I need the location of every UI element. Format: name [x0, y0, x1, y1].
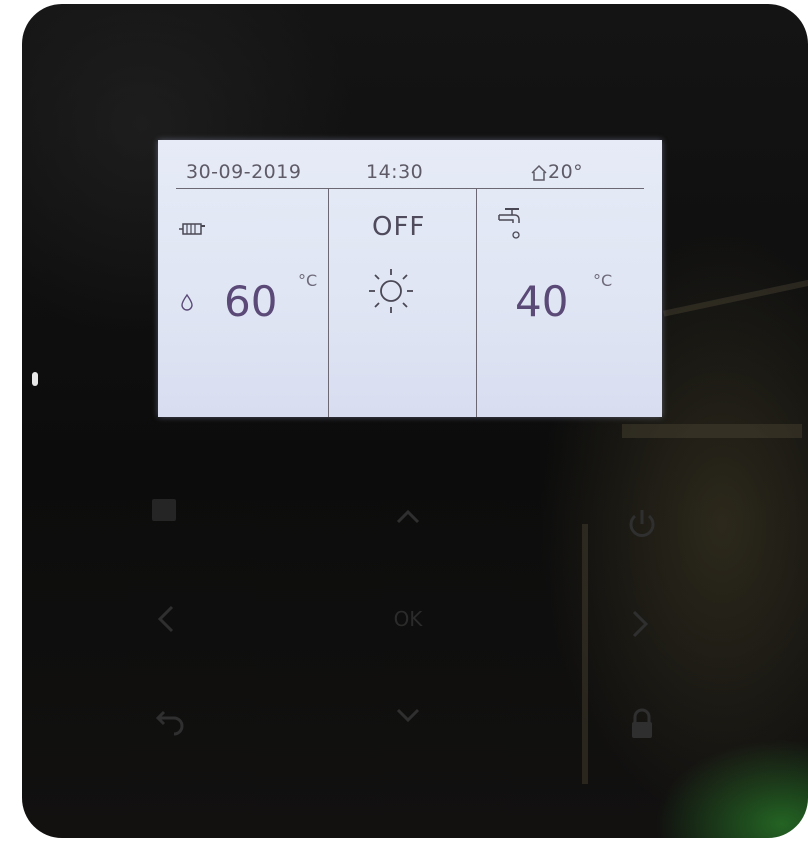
- down-arrow-button[interactable]: [388, 698, 428, 732]
- hot-water-panel[interactable]: 40 °C: [477, 189, 662, 417]
- water-temp-unit: °C: [593, 271, 613, 290]
- space-heating-panel[interactable]: 60 °C: [158, 189, 328, 417]
- ok-button[interactable]: OK: [382, 604, 434, 634]
- lcd-screen: 30-09-2019 14:30 20° 60 °C OFF 40 °C: [158, 140, 662, 417]
- water-drop-icon: [181, 293, 193, 311]
- chevron-left-icon: [157, 605, 174, 633]
- background-stripe: [582, 524, 588, 784]
- status-bar: 30-09-2019 14:30 20°: [158, 140, 662, 188]
- chevron-down-icon: [396, 708, 420, 723]
- date-readout: 30-09-2019: [186, 161, 302, 183]
- chevron-up-icon: [396, 509, 420, 524]
- back-arrow-icon: [155, 710, 184, 736]
- power-icon: [629, 510, 655, 537]
- time-readout: 14:30: [366, 161, 424, 183]
- radiator-icon: [179, 223, 205, 235]
- sun-icon: [369, 269, 413, 313]
- heating-temp-unit: °C: [298, 271, 318, 290]
- lock-button[interactable]: [622, 704, 662, 744]
- home-icon: [531, 164, 547, 181]
- left-arrow-button[interactable]: [148, 599, 184, 639]
- chevron-right-icon: [632, 610, 649, 638]
- power-button[interactable]: [622, 504, 662, 544]
- up-arrow-button[interactable]: [388, 500, 428, 534]
- water-temp-value: 40: [515, 277, 569, 326]
- back-button[interactable]: [150, 700, 190, 736]
- background-stripe: [663, 277, 808, 317]
- background-stripe: [622, 424, 802, 438]
- right-arrow-button[interactable]: [622, 604, 658, 644]
- faucet-icon: [498, 208, 520, 239]
- ok-label: OK: [393, 607, 423, 631]
- heating-temp-value: 60: [224, 277, 278, 326]
- mode-status: OFF: [372, 212, 426, 242]
- led-dot: [32, 372, 38, 386]
- lock-icon: [632, 708, 652, 738]
- room-temp-readout: 20°: [548, 161, 584, 183]
- controller-photo: OK: [22, 4, 808, 838]
- menu-button[interactable]: [152, 499, 176, 521]
